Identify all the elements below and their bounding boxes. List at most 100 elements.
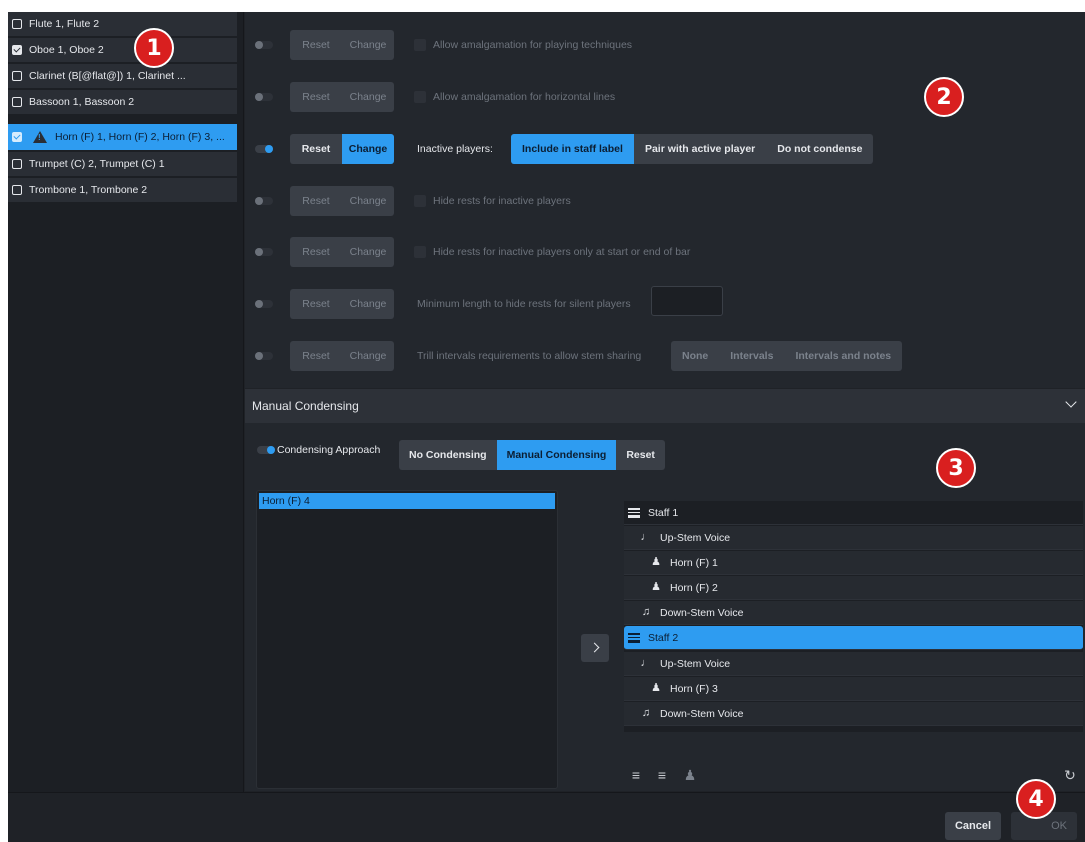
option-toggle[interactable] <box>255 93 273 101</box>
tree-row-voice[interactable]: ♫ Down-Stem Voice <box>624 702 1083 726</box>
callout-marker: 3 <box>936 448 976 488</box>
change-button[interactable]: Change <box>342 186 394 216</box>
remove-staff-icon[interactable]: ≡ <box>654 767 670 783</box>
tree-row-voice[interactable]: ♩ Up-Stem Voice <box>624 526 1083 550</box>
player-group-item[interactable]: Trombone 1, Trombone 2 <box>8 178 237 202</box>
tree-row-staff[interactable]: Staff 2 <box>624 626 1083 650</box>
option-checkbox[interactable] <box>414 246 426 258</box>
reset-button[interactable]: Reset <box>290 341 342 371</box>
condensing-approach-label: Condensing Approach <box>277 444 381 456</box>
option-toggle[interactable] <box>255 352 273 360</box>
option-checkbox[interactable] <box>414 39 426 51</box>
reset-button[interactable]: Reset <box>616 440 665 470</box>
condensing-dialog: Flute 1, Flute 2 Oboe 1, Oboe 2 Clarinet… <box>8 12 1085 842</box>
reset-change-group: Reset Change <box>290 289 394 319</box>
player-group-label: Trombone 1, Trombone 2 <box>29 184 148 196</box>
choice-none[interactable]: None <box>671 341 719 371</box>
choice-intervals[interactable]: Intervals <box>719 341 784 371</box>
chevron-down-icon[interactable] <box>1065 396 1077 408</box>
reset-change-group: Reset Change <box>290 237 394 267</box>
player-group-item[interactable]: Clarinet (B[@flat@]) 1, Clarinet ... <box>8 64 237 88</box>
player-group-item[interactable]: Oboe 1, Oboe 2 <box>8 38 237 62</box>
player-icon: ♟ <box>651 581 661 593</box>
down-stem-note-icon: ♫ <box>641 707 651 719</box>
checkbox[interactable] <box>12 71 22 81</box>
option-label: Allow amalgamation for horizontal lines <box>433 91 616 103</box>
player-group-item[interactable]: Trumpet (C) 2, Trumpet (C) 1 <box>8 152 237 176</box>
reset-button[interactable]: Reset <box>290 134 342 164</box>
option-toggle[interactable] <box>255 248 273 256</box>
tree-row-staff[interactable]: Staff 1 <box>624 501 1083 525</box>
option-label: Minimum length to hide rests for silent … <box>417 298 631 310</box>
change-button[interactable]: Change <box>342 134 394 164</box>
condensing-options: Reset Change Allow amalgamation for play… <box>245 12 1085 388</box>
checkbox[interactable] <box>12 97 22 107</box>
player-group-item[interactable]: Horn (F) 1, Horn (F) 2, Horn (F) 3, ... <box>8 124 237 150</box>
add-staff-icon[interactable]: ≡ <box>628 767 644 783</box>
dialog-footer <box>8 792 1085 842</box>
option-toggle[interactable] <box>255 145 273 153</box>
checkbox[interactable] <box>12 159 22 169</box>
player-group-label: Bassoon 1, Bassoon 2 <box>29 96 135 108</box>
condensing-approach-selector: No Condensing Manual Condensing Reset <box>399 440 665 470</box>
option-toggle[interactable] <box>255 300 273 308</box>
option-checkbox[interactable] <box>414 91 426 103</box>
choice-include-in-staff-label[interactable]: Include in staff label <box>511 134 634 164</box>
option-label: Trill intervals requirements to allow st… <box>417 350 642 362</box>
checkbox[interactable] <box>12 132 22 142</box>
choice-do-not-condense[interactable]: Do not condense <box>766 134 873 164</box>
change-button[interactable]: Change <box>342 237 394 267</box>
change-button[interactable]: Change <box>342 82 394 112</box>
change-button[interactable]: Change <box>342 289 394 319</box>
staff-icon <box>628 507 640 519</box>
checkbox[interactable] <box>12 45 22 55</box>
reset-change-group: Reset Change <box>290 186 394 216</box>
manual-condensing-header[interactable]: Manual Condensing <box>245 389 1085 423</box>
list-item[interactable]: Horn (F) 4 <box>259 493 555 509</box>
tree-row-label: Down-Stem Voice <box>660 606 744 619</box>
staff-icon <box>628 632 640 644</box>
add-player-icon[interactable]: ♟ <box>682 767 698 783</box>
manual-condensing-button[interactable]: Manual Condensing <box>496 440 617 470</box>
available-players-list: Horn (F) 4 <box>256 490 558 789</box>
player-group-item[interactable]: Bassoon 1, Bassoon 2 <box>8 90 237 114</box>
option-toggle[interactable] <box>255 197 273 205</box>
tree-row-player[interactable]: ♟ Horn (F) 2 <box>624 576 1083 600</box>
reset-change-group: Reset Change <box>290 82 394 112</box>
callout-marker: 4 <box>1016 779 1056 819</box>
tree-toolbar: ≡ ≡ ♟ ↻ <box>624 765 1083 785</box>
checkbox[interactable] <box>12 19 22 29</box>
up-stem-note-icon: ♩ <box>640 657 652 669</box>
change-button[interactable]: Change <box>342 341 394 371</box>
tree-row-voice[interactable]: ♩ Up-Stem Voice <box>624 652 1083 676</box>
tree-row-voice[interactable]: ♫ Down-Stem Voice <box>624 601 1083 625</box>
reset-change-group: Reset Change <box>290 134 394 164</box>
no-condensing-button[interactable]: No Condensing <box>399 440 497 470</box>
cancel-button[interactable]: Cancel <box>945 812 1001 840</box>
choice-intervals-and-notes[interactable]: Intervals and notes <box>784 341 902 371</box>
warning-icon <box>33 131 47 143</box>
reset-button[interactable]: Reset <box>290 82 342 112</box>
condensing-approach-toggle[interactable] <box>257 446 275 454</box>
tree-row-label: Horn (F) 3 <box>670 682 718 695</box>
option-row: Reset Change Hide rests for inactive pla… <box>245 237 1085 267</box>
move-to-staff-button[interactable] <box>581 634 609 662</box>
minimum-length-input[interactable] <box>651 286 723 316</box>
option-toggle[interactable] <box>255 41 273 49</box>
option-checkbox[interactable] <box>414 195 426 207</box>
reset-button[interactable]: Reset <box>290 289 342 319</box>
player-icon: ♟ <box>651 556 661 568</box>
tree-row-player[interactable]: ♟ Horn (F) 1 <box>624 551 1083 575</box>
reset-button[interactable]: Reset <box>290 237 342 267</box>
checkbox[interactable] <box>12 185 22 195</box>
tree-row-label: Horn (F) 2 <box>670 581 718 594</box>
reset-button[interactable]: Reset <box>290 30 342 60</box>
change-button[interactable]: Change <box>342 30 394 60</box>
option-label: Hide rests for inactive players <box>433 195 571 207</box>
player-group-item[interactable]: Flute 1, Flute 2 <box>8 12 237 36</box>
reset-button[interactable]: Reset <box>290 186 342 216</box>
tree-row-player[interactable]: ♟ Horn (F) 3 <box>624 677 1083 701</box>
reset-change-group: Reset Change <box>290 341 394 371</box>
reset-icon[interactable]: ↻ <box>1062 767 1078 783</box>
choice-pair-with-active-player[interactable]: Pair with active player <box>634 134 766 164</box>
